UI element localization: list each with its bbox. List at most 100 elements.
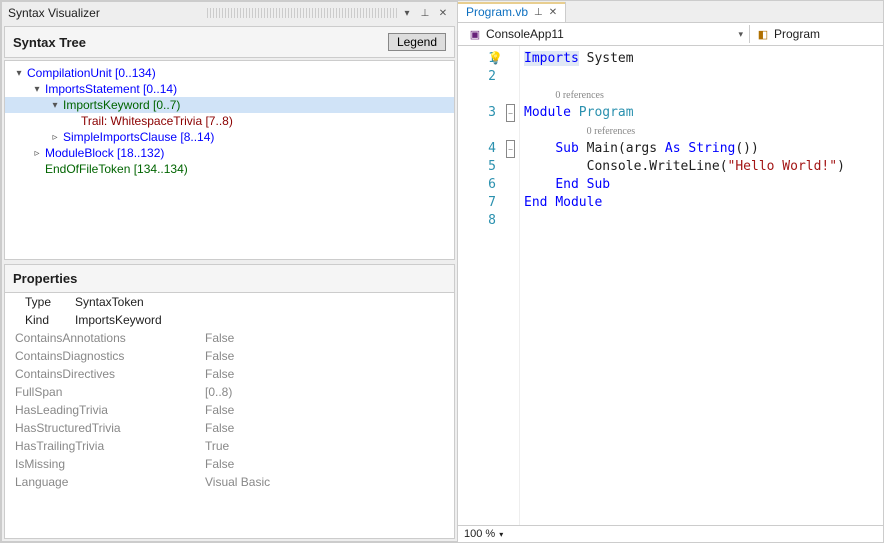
nav-project-label: ConsoleApp11 bbox=[486, 27, 564, 41]
code-line[interactable]: 0 references bbox=[524, 122, 845, 140]
property-value: False bbox=[205, 403, 234, 417]
panel-menu-icon[interactable]: ▾ bbox=[399, 5, 415, 21]
code-editor[interactable]: 💡 12345678 −− Imports System 0 reference… bbox=[458, 46, 883, 525]
property-name: Kind bbox=[25, 313, 75, 327]
property-name: HasStructuredTrivia bbox=[15, 421, 205, 435]
property-name: ContainsDirectives bbox=[15, 367, 205, 381]
code-line[interactable] bbox=[524, 68, 845, 86]
tree-node[interactable]: ▹ModuleBlock [18..132) bbox=[5, 145, 454, 161]
property-value: False bbox=[205, 331, 234, 345]
property-name: ContainsDiagnostics bbox=[15, 349, 205, 363]
tree-node[interactable]: ▹SimpleImportsClause [8..14) bbox=[5, 129, 454, 145]
syntax-visualizer-panel: Syntax Visualizer ▾ ⊥ ✕ Syntax Tree Lege… bbox=[1, 1, 458, 542]
property-value: ImportsKeyword bbox=[75, 313, 162, 327]
line-number: 7 bbox=[462, 194, 496, 212]
code-line[interactable]: End Sub bbox=[524, 176, 845, 194]
zoom-dropdown-icon[interactable]: ▾ bbox=[499, 530, 503, 539]
property-row[interactable]: ContainsDirectivesFalse bbox=[5, 365, 454, 383]
tab-pin-icon[interactable]: ⊥ bbox=[534, 7, 543, 18]
property-row[interactable]: ContainsAnnotationsFalse bbox=[5, 329, 454, 347]
fold-icon[interactable]: − bbox=[506, 140, 515, 158]
code-line[interactable]: End Module bbox=[524, 194, 845, 212]
fold-cell bbox=[502, 176, 519, 194]
panel-close-icon[interactable]: ✕ bbox=[435, 5, 451, 21]
fold-cell bbox=[502, 194, 519, 212]
property-value: False bbox=[205, 349, 234, 363]
line-number: 2 bbox=[462, 68, 496, 86]
property-value: False bbox=[205, 421, 234, 435]
legend-button[interactable]: Legend bbox=[388, 33, 446, 51]
code-line[interactable]: 0 references bbox=[524, 86, 845, 104]
code-line[interactable]: Imports System bbox=[524, 50, 845, 68]
tree-node[interactable]: Trail: WhitespaceTrivia [7..8) bbox=[5, 113, 454, 129]
tree-node-label: ImportsKeyword [0..7) bbox=[63, 98, 180, 112]
property-row[interactable]: KindImportsKeyword bbox=[5, 311, 454, 329]
tree-node-label: SimpleImportsClause [8..14) bbox=[63, 130, 214, 144]
tree-node[interactable]: ▾ImportsKeyword [0..7) bbox=[5, 97, 454, 113]
code-editor-panel: Program.vb ⊥ ✕ ▣ ConsoleApp11 ▾ ◧ Progra… bbox=[458, 1, 883, 542]
property-row[interactable]: ContainsDiagnosticsFalse bbox=[5, 347, 454, 365]
properties-grid[interactable]: TypeSyntaxTokenKindImportsKeywordContain… bbox=[4, 293, 455, 539]
tree-node-label: ImportsStatement [0..14) bbox=[45, 82, 177, 96]
tree-node-label: EndOfFileToken [134..134) bbox=[45, 162, 188, 176]
property-value: False bbox=[205, 457, 234, 471]
line-number: 4 bbox=[462, 140, 496, 158]
expand-icon[interactable] bbox=[67, 115, 79, 127]
line-number: 5 bbox=[462, 158, 496, 176]
code-line[interactable]: Sub Main(args As String()) bbox=[524, 140, 845, 158]
zoom-level[interactable]: 100 % bbox=[464, 528, 495, 540]
tree-node[interactable]: ▾CompilationUnit [0..134) bbox=[5, 65, 454, 81]
fold-cell: − bbox=[502, 104, 519, 122]
code-line[interactable] bbox=[524, 212, 845, 230]
property-name: Type bbox=[25, 295, 75, 309]
expand-icon[interactable] bbox=[31, 163, 43, 175]
editor-tab-bar: Program.vb ⊥ ✕ bbox=[458, 1, 883, 23]
tree-node[interactable]: EndOfFileToken [134..134) bbox=[5, 161, 454, 177]
expand-icon[interactable]: ▾ bbox=[13, 67, 25, 79]
panel-title-text: Syntax Visualizer bbox=[8, 6, 199, 20]
tree-node-label: Trail: WhitespaceTrivia [7..8) bbox=[81, 114, 233, 128]
fold-cell bbox=[502, 122, 519, 140]
code-line[interactable]: Console.WriteLine("Hello World!") bbox=[524, 158, 845, 176]
tab-label: Program.vb bbox=[466, 5, 528, 19]
code-line[interactable]: Module Program bbox=[524, 104, 845, 122]
fold-icon[interactable]: − bbox=[506, 104, 515, 122]
properties-header: Properties bbox=[4, 264, 455, 293]
chevron-down-icon: ▾ bbox=[738, 29, 743, 40]
fold-cell bbox=[502, 158, 519, 176]
fold-gutter: −− bbox=[502, 46, 520, 525]
tree-node-label: CompilationUnit [0..134) bbox=[27, 66, 156, 80]
property-name: ContainsAnnotations bbox=[15, 331, 205, 345]
expand-icon[interactable]: ▾ bbox=[49, 99, 61, 111]
property-row[interactable]: IsMissingFalse bbox=[5, 455, 454, 473]
property-value: True bbox=[205, 439, 229, 453]
property-row[interactable]: HasTrailingTriviaTrue bbox=[5, 437, 454, 455]
expand-icon[interactable]: ▹ bbox=[49, 131, 61, 143]
property-value: False bbox=[205, 367, 234, 381]
expand-icon[interactable]: ▹ bbox=[31, 147, 43, 159]
property-name: HasLeadingTrivia bbox=[15, 403, 205, 417]
code-content[interactable]: Imports System 0 referencesModule Progra… bbox=[520, 46, 845, 525]
tree-node[interactable]: ▾ImportsStatement [0..14) bbox=[5, 81, 454, 97]
lightbulb-icon[interactable]: 💡 bbox=[488, 51, 503, 65]
tree-node-label: ModuleBlock [18..132) bbox=[45, 146, 164, 160]
tab-close-icon[interactable]: ✕ bbox=[549, 7, 557, 18]
line-number bbox=[462, 122, 496, 140]
syntax-tree[interactable]: ▾CompilationUnit [0..134)▾ImportsStateme… bbox=[4, 60, 455, 260]
panel-titlebar: Syntax Visualizer ▾ ⊥ ✕ bbox=[2, 2, 457, 24]
property-row[interactable]: HasStructuredTriviaFalse bbox=[5, 419, 454, 437]
expand-icon[interactable]: ▾ bbox=[31, 83, 43, 95]
property-row[interactable]: TypeSyntaxToken bbox=[5, 293, 454, 311]
fold-cell bbox=[502, 212, 519, 230]
nav-project-dropdown[interactable]: ▣ ConsoleApp11 ▾ bbox=[462, 25, 749, 43]
editor-tab[interactable]: Program.vb ⊥ ✕ bbox=[458, 2, 566, 22]
property-row[interactable]: LanguageVisual Basic bbox=[5, 473, 454, 491]
line-number: 3 bbox=[462, 104, 496, 122]
panel-grip[interactable] bbox=[207, 8, 398, 18]
panel-pin-icon[interactable]: ⊥ bbox=[417, 5, 433, 21]
nav-member-dropdown[interactable]: ◧ Program bbox=[749, 25, 879, 43]
property-row[interactable]: FullSpan[0..8) bbox=[5, 383, 454, 401]
property-name: IsMissing bbox=[15, 457, 205, 471]
property-row[interactable]: HasLeadingTriviaFalse bbox=[5, 401, 454, 419]
editor-status-bar: 100 % ▾ bbox=[458, 525, 883, 542]
